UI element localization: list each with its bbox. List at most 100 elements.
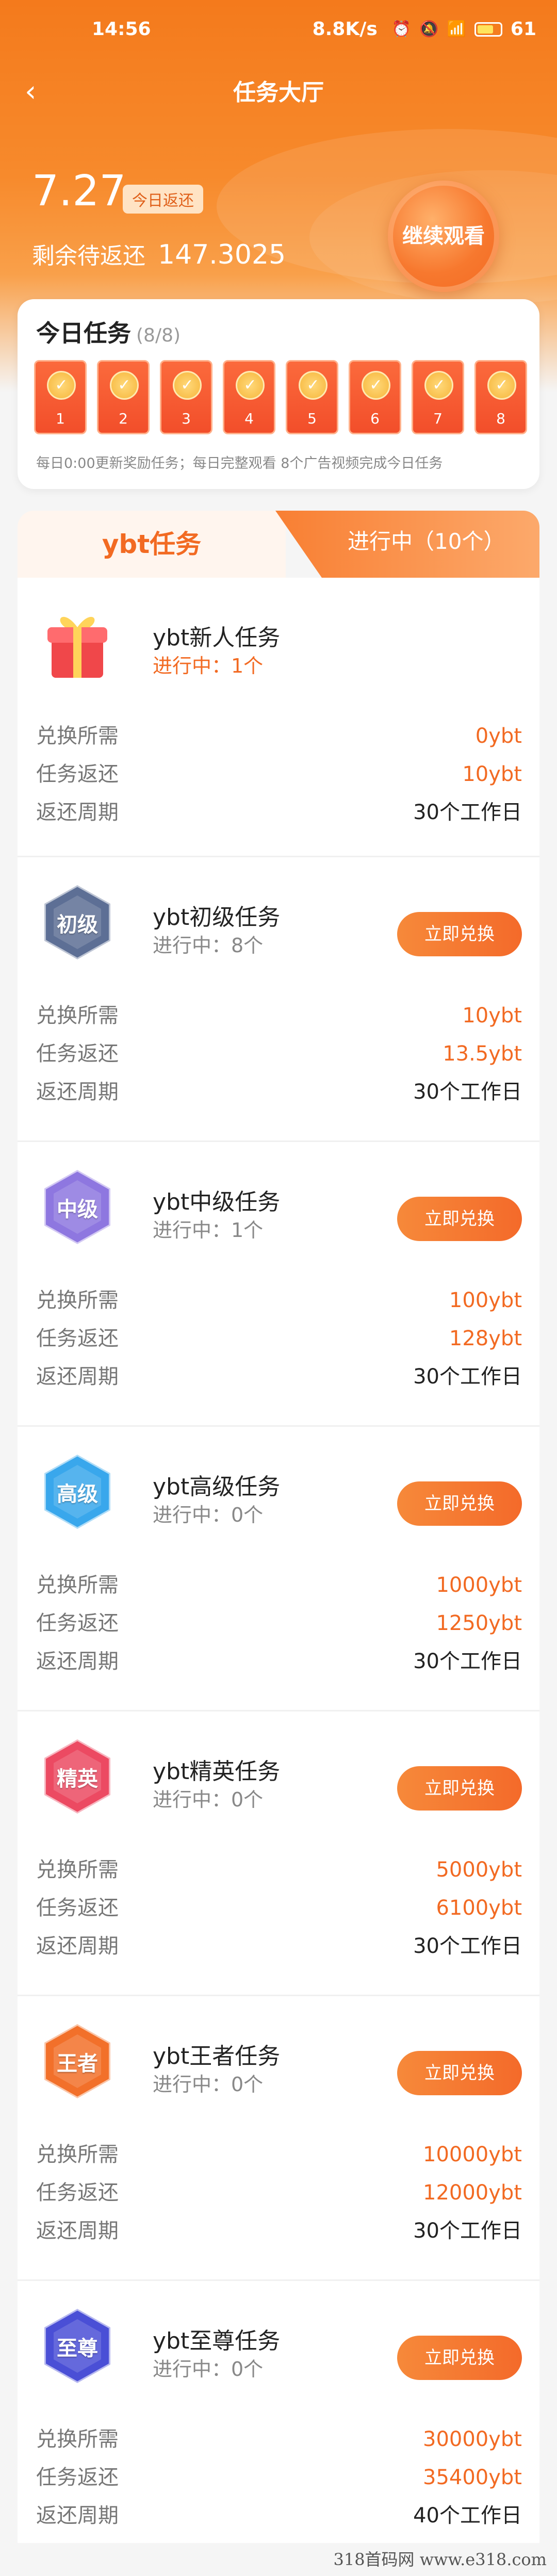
nav-bar: ‹ 任务大厅 bbox=[0, 72, 557, 113]
page-title: 任务大厅 bbox=[233, 79, 324, 106]
today-tasks-card: 今日任务 (8/8) ✓ 1 ✓ 2 ✓ 3 ✓ 4 ✓ 5 ✓ 6 ✓ 7 ✓ 8 每日0:00更新奖励任务；… bbox=[18, 299, 539, 489]
level-badge-icon: 初级 bbox=[33, 878, 122, 967]
task-progress: 进行中：0个 bbox=[153, 1504, 264, 1526]
detail-value: 40个工作日 bbox=[413, 2504, 522, 2528]
task-slot: ✓ 5 bbox=[286, 360, 338, 434]
redeem-button[interactable]: 立即兑换 bbox=[397, 1197, 522, 1241]
gift-box-icon bbox=[33, 598, 122, 687]
status-time: 14:56 bbox=[92, 19, 151, 40]
detail-value: 35400ybt bbox=[423, 2466, 522, 2489]
task-slot: ✓ 1 bbox=[34, 360, 87, 434]
detail-label: 返还周期 bbox=[36, 2504, 119, 2528]
detail-row-rebate: 任务返还 128ybt bbox=[36, 1319, 522, 1358]
detail-value: 0ybt bbox=[475, 724, 522, 748]
redeem-button[interactable]: 立即兑换 bbox=[397, 1481, 522, 1526]
check-coin-icon: ✓ bbox=[487, 371, 516, 400]
detail-value: 30个工作日 bbox=[413, 2219, 522, 2243]
watermark: 318首码网 www.e318.com bbox=[0, 2543, 557, 2576]
task-slot: ✓ 4 bbox=[223, 360, 275, 434]
redeem-button[interactable]: 立即兑换 bbox=[397, 2051, 522, 2095]
task-slot: ✓ 6 bbox=[349, 360, 401, 434]
redeem-button[interactable]: 立即兑换 bbox=[397, 912, 522, 956]
badge-label: 中级 bbox=[57, 1198, 98, 1221]
detail-label: 返还周期 bbox=[36, 1080, 119, 1104]
detail-value: 10ybt bbox=[462, 1004, 522, 1028]
detail-value: 1250ybt bbox=[436, 1611, 522, 1635]
task-card: 中级 ybt中级任务 进行中：1个 立即兑换 兑换所需 100ybt 任务返还 128ybt 返… bbox=[18, 1142, 539, 1427]
slot-number: 2 bbox=[119, 410, 128, 427]
task-progress: 进行中：8个 bbox=[153, 934, 264, 957]
task-tabs: ybt任务 进行中（10个） bbox=[18, 511, 539, 578]
tab-ybt-tasks[interactable]: ybt任务 bbox=[18, 511, 286, 578]
today-tasks-tip: 每日0:00更新奖励任务；每日完整观看 8个广告视频完成今日任务 bbox=[36, 455, 443, 471]
detail-label: 任务返还 bbox=[36, 1042, 119, 1066]
detail-row-cost: 兑换所需 10ybt bbox=[36, 997, 522, 1035]
remaining-value: 147.3025 bbox=[158, 239, 286, 270]
detail-label: 兑换所需 bbox=[36, 724, 119, 748]
detail-value: 6100ybt bbox=[436, 1896, 522, 1920]
detail-value: 10000ybt bbox=[423, 2143, 522, 2166]
detail-label: 任务返还 bbox=[36, 1611, 119, 1635]
detail-value: 30个工作日 bbox=[413, 801, 522, 824]
detail-label: 返还周期 bbox=[36, 2219, 119, 2243]
detail-label: 兑换所需 bbox=[36, 1573, 119, 1597]
level-badge-icon: 中级 bbox=[33, 1163, 122, 1251]
detail-label: 返还周期 bbox=[36, 1934, 119, 1958]
today-return-value: 7.27 bbox=[32, 167, 126, 216]
detail-value: 30000ybt bbox=[423, 2427, 522, 2451]
status-icons: 8.8K/s ⏰ 🔕 📶 61 bbox=[313, 19, 536, 40]
task-details: 兑换所需 30000ybt 任务返还 35400ybt 返还周期 40个工作日 bbox=[36, 2420, 522, 2535]
task-card: 初级 ybt初级任务 进行中：8个 立即兑换 兑换所需 10ybt 任务返还 13.5ybt 返… bbox=[18, 857, 539, 1142]
detail-row-cost: 兑换所需 1000ybt bbox=[36, 1566, 522, 1604]
detail-value: 30个工作日 bbox=[413, 1080, 522, 1104]
mute-icon: 🔕 bbox=[419, 20, 439, 38]
detail-label: 任务返还 bbox=[36, 1896, 119, 1920]
task-card: 至尊 ybt至尊任务 进行中：0个 立即兑换 兑换所需 30000ybt 任务返还 35400… bbox=[18, 2281, 539, 2566]
slot-number: 3 bbox=[182, 410, 191, 427]
detail-row-cost: 兑换所需 0ybt bbox=[36, 717, 522, 755]
task-name: ybt至尊任务 bbox=[153, 2328, 281, 2354]
detail-label: 任务返还 bbox=[36, 2466, 119, 2489]
detail-label: 返还周期 bbox=[36, 1365, 119, 1389]
battery-level: 61 bbox=[510, 19, 536, 40]
detail-value: 12000ybt bbox=[423, 2181, 522, 2205]
task-name: ybt王者任务 bbox=[153, 2043, 281, 2069]
detail-row-period: 返还周期 30个工作日 bbox=[36, 1073, 522, 1111]
redeem-button[interactable]: 立即兑换 bbox=[397, 1766, 522, 1811]
badge-label: 至尊 bbox=[57, 2337, 98, 2360]
badge-label: 高级 bbox=[57, 1482, 98, 1506]
detail-label: 兑换所需 bbox=[36, 2143, 119, 2166]
redeem-button[interactable]: 立即兑换 bbox=[397, 2336, 522, 2380]
detail-value: 30个工作日 bbox=[413, 1365, 522, 1389]
slot-number: 8 bbox=[496, 410, 505, 427]
detail-value: 10ybt bbox=[462, 762, 522, 786]
badge-label: 初级 bbox=[57, 913, 98, 937]
task-name: ybt中级任务 bbox=[153, 1189, 281, 1215]
check-coin-icon: ✓ bbox=[362, 371, 390, 400]
check-coin-icon: ✓ bbox=[236, 371, 265, 400]
task-slot: ✓ 2 bbox=[97, 360, 150, 434]
tab-in-progress[interactable]: 进行中（10个） bbox=[275, 511, 539, 578]
today-tasks-count: (8/8) bbox=[136, 325, 181, 346]
detail-label: 任务返还 bbox=[36, 1327, 119, 1350]
battery-icon bbox=[474, 22, 502, 37]
task-slot: ✓ 7 bbox=[412, 360, 464, 434]
slot-number: 1 bbox=[56, 410, 65, 427]
detail-row-period: 返还周期 30个工作日 bbox=[36, 1642, 522, 1681]
detail-row-cost: 兑换所需 30000ybt bbox=[36, 2420, 522, 2458]
task-name: ybt精英任务 bbox=[153, 1758, 281, 1785]
task-card: 王者 ybt王者任务 进行中：0个 立即兑换 兑换所需 10000ybt 任务返还 12000… bbox=[18, 1996, 539, 2281]
slot-number: 6 bbox=[370, 410, 380, 427]
detail-row-period: 返还周期 30个工作日 bbox=[36, 793, 522, 832]
task-details: 兑换所需 0ybt 任务返还 10ybt 返还周期 30个工作日 bbox=[36, 717, 522, 832]
detail-row-rebate: 任务返还 13.5ybt bbox=[36, 1035, 522, 1073]
tab-in-progress-label: 进行中（10个） bbox=[348, 529, 505, 554]
detail-label: 兑换所需 bbox=[36, 2427, 119, 2451]
continue-watch-button[interactable]: 继续观看 bbox=[388, 181, 499, 292]
slot-number: 5 bbox=[307, 410, 317, 427]
detail-row-cost: 兑换所需 5000ybt bbox=[36, 1851, 522, 1889]
detail-row-rebate: 任务返还 10ybt bbox=[36, 755, 522, 793]
status-bar: 14:56 8.8K/s ⏰ 🔕 📶 61 bbox=[0, 0, 557, 57]
detail-value: 30个工作日 bbox=[413, 1650, 522, 1673]
network-speed: 8.8K/s bbox=[312, 19, 378, 40]
